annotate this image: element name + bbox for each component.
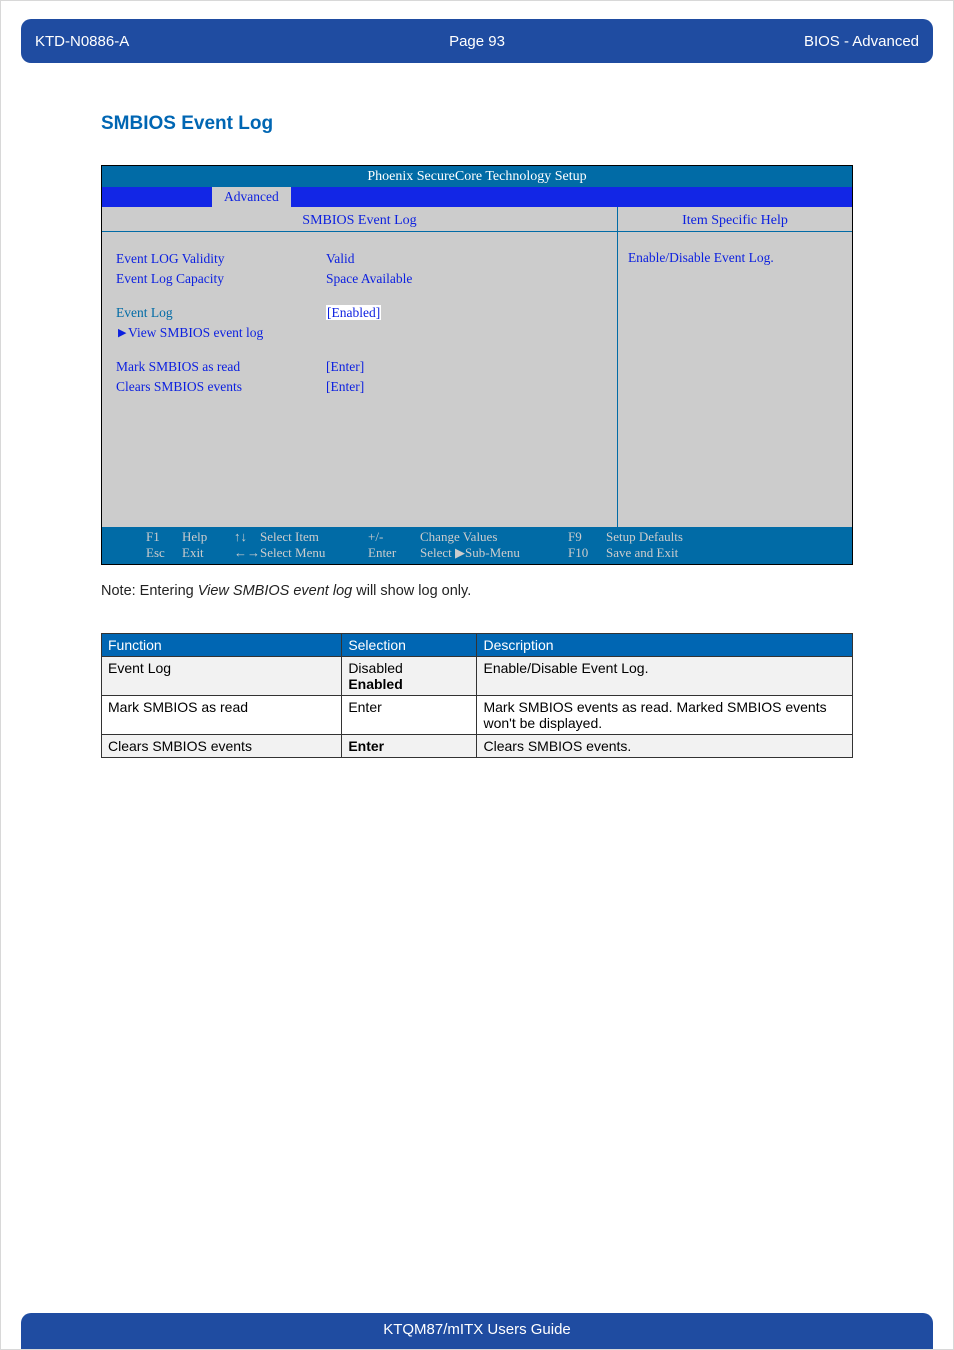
value-event-log[interactable]: [Enabled] [326, 304, 381, 322]
page-number: Page 93 [330, 33, 625, 50]
value-clears-smbios: [Enter] [326, 378, 364, 396]
row-clears-smbios[interactable]: Clears SMBIOS events [Enter] [116, 378, 603, 396]
bios-left-content: Event LOG Validity Valid Event Log Capac… [102, 232, 617, 512]
value-event-log-selected: [Enabled] [326, 305, 381, 320]
table-row: Clears SMBIOS events Enter Clears SMBIOS… [102, 735, 853, 758]
th-selection: Selection [342, 634, 477, 657]
page-header: KTD-N0886-A Page 93 BIOS - Advanced [21, 19, 933, 63]
bios-body: SMBIOS Event Log Event LOG Validity Vali… [102, 207, 852, 527]
key-plusminus: +/- [368, 529, 420, 545]
key-f10-label: Save and Exit [606, 545, 678, 561]
bios-left-pane: SMBIOS Event Log Event LOG Validity Vali… [102, 207, 618, 527]
td-sel: Disabled Enabled [342, 657, 477, 696]
th-function: Function [102, 634, 342, 657]
td-desc: Enable/Disable Event Log. [477, 657, 853, 696]
key-f1-label: Help [182, 529, 230, 545]
row-view-smbios[interactable]: ▶ View SMBIOS event log [116, 324, 603, 342]
key-enter-label: Select ▶Sub-Menu [420, 545, 568, 561]
key-updown-label: Select Item [260, 529, 368, 545]
td-sel: Enter [342, 735, 477, 758]
key-f9-label: Setup Defaults [606, 529, 683, 545]
bios-right-pane: Item Specific Help Enable/Disable Event … [618, 207, 852, 527]
th-description: Description [477, 634, 853, 657]
row-event-log[interactable]: Event Log [Enabled] [116, 304, 603, 322]
td-func: Mark SMBIOS as read [102, 696, 342, 735]
row-event-log-validity: Event LOG Validity Valid [116, 250, 603, 268]
note-suffix: will show log only. [352, 583, 471, 599]
bios-key-row-2: Esc Exit ←→ Select Menu Enter Select ▶Su… [106, 545, 848, 561]
spacer [116, 290, 603, 304]
doc-section: BIOS - Advanced [624, 33, 919, 50]
key-f10: F10 [568, 545, 606, 561]
doc-id: KTD-N0886-A [35, 33, 330, 50]
table-header-row: Function Selection Description [102, 634, 853, 657]
bios-setup-screenshot: Phoenix SecureCore Technology Setup Adva… [101, 165, 853, 565]
bios-key-help: F1 Help ↑↓ Select Item +/- Change Values… [102, 527, 852, 564]
label-capacity: Event Log Capacity [116, 270, 326, 288]
bios-right-title: Item Specific Help [618, 207, 852, 232]
table-row: Event Log Disabled Enabled Enable/Disabl… [102, 657, 853, 696]
key-plusminus-label: Change Values [420, 529, 568, 545]
key-enter: Enter [368, 545, 420, 561]
note-text: Note: Entering View SMBIOS event log wil… [101, 583, 853, 599]
note-italic: View SMBIOS event log [198, 583, 352, 599]
key-leftright: ←→ [230, 545, 260, 561]
value-mark-smbios: [Enter] [326, 358, 364, 376]
key-esc: Esc [146, 545, 182, 561]
label-event-log: Event Log [116, 304, 326, 322]
function-table: Function Selection Description Event Log… [101, 633, 853, 758]
bios-tab-advanced[interactable]: Advanced [212, 187, 291, 207]
key-f9: F9 [568, 529, 606, 545]
bios-key-row-1: F1 Help ↑↓ Select Item +/- Change Values… [106, 529, 848, 545]
td-sel: Enter [342, 696, 477, 735]
bios-window-title: Phoenix SecureCore Technology Setup [102, 166, 852, 187]
note-prefix: Note: Entering [101, 583, 198, 599]
label-mark-smbios: Mark SMBIOS as read [116, 358, 326, 376]
key-leftright-label: Select Menu [260, 545, 368, 561]
row-mark-smbios[interactable]: Mark SMBIOS as read [Enter] [116, 358, 603, 376]
sel-enabled: Enabled [348, 676, 402, 692]
td-desc: Mark SMBIOS events as read. Marked SMBIO… [477, 696, 853, 735]
row-event-log-capacity: Event Log Capacity Space Available [116, 270, 603, 288]
section-title: SMBIOS Event Log [101, 113, 933, 135]
submenu-arrow-icon: ▶ [118, 324, 126, 342]
label-clears-smbios: Clears SMBIOS events [116, 378, 326, 396]
value-validity: Valid [326, 250, 355, 268]
td-func: Event Log [102, 657, 342, 696]
spacer [116, 344, 603, 358]
bios-left-title: SMBIOS Event Log [102, 207, 617, 232]
key-f1: F1 [146, 529, 182, 545]
key-updown: ↑↓ [230, 529, 260, 545]
key-esc-label: Exit [182, 545, 230, 561]
td-desc: Clears SMBIOS events. [477, 735, 853, 758]
page: KTD-N0886-A Page 93 BIOS - Advanced SMBI… [0, 0, 954, 1350]
bios-tab-bar: Advanced [102, 187, 852, 207]
page-footer: KTQM87/mITX Users Guide [21, 1313, 933, 1349]
bios-help-text: Enable/Disable Event Log. [618, 232, 852, 284]
table-row: Mark SMBIOS as read Enter Mark SMBIOS ev… [102, 696, 853, 735]
label-validity: Event LOG Validity [116, 250, 326, 268]
td-func: Clears SMBIOS events [102, 735, 342, 758]
sel-disabled: Disabled [348, 660, 402, 676]
value-capacity: Space Available [326, 270, 412, 288]
label-view-smbios: View SMBIOS event log [116, 324, 326, 342]
